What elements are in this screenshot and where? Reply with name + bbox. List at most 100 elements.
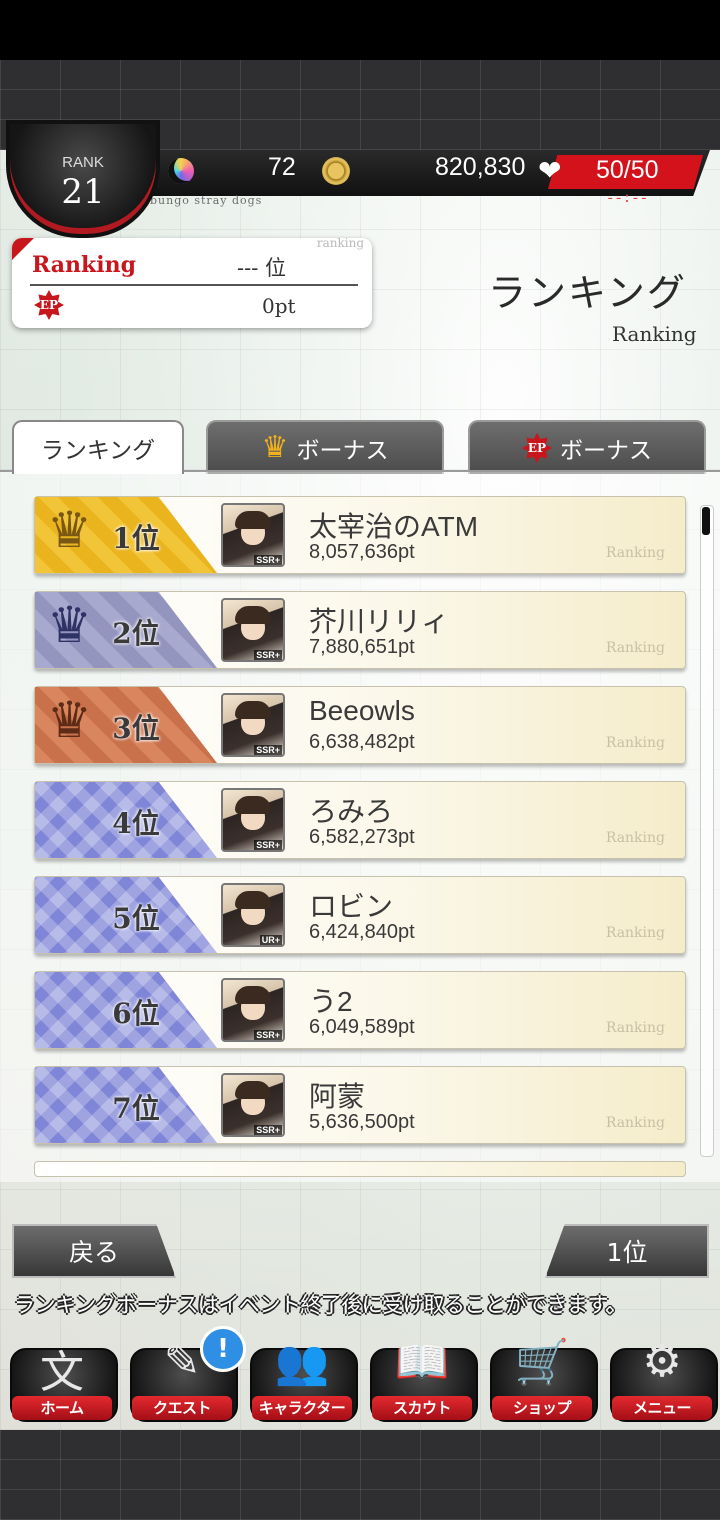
row-tag: Ranking xyxy=(605,545,665,561)
ranking-row[interactable]: 5位 UR+ ロビン 6,424,840pt Ranking xyxy=(34,876,686,954)
nav-characters[interactable]: 👥 キャラクター xyxy=(246,1330,358,1422)
player-name: 芥川リリィ xyxy=(309,606,450,637)
card-tag: ranking xyxy=(316,236,364,250)
player-name: う2 xyxy=(309,986,353,1017)
ranking-row[interactable]: ♛ 2位 SSR+ 芥川リリィ 7,880,651pt Ranking xyxy=(34,591,686,669)
card-title: Ranking xyxy=(32,252,137,278)
heart-icon: ❤ xyxy=(538,154,562,187)
rank-number: 3位 xyxy=(112,712,160,745)
list-scrollbar[interactable] xyxy=(700,505,714,1157)
my-points: 0pt xyxy=(262,294,296,318)
ranking-row-partial[interactable] xyxy=(34,1161,686,1177)
rarity-badge: SSR+ xyxy=(254,1030,282,1040)
shop-cart-icon: 🛒 xyxy=(514,1337,570,1388)
rank-number: 4位 xyxy=(112,807,160,840)
player-score: 5,636,500pt xyxy=(309,1111,415,1133)
avatar: SSR+ xyxy=(221,978,285,1042)
characters-icon: 👥 xyxy=(274,1337,330,1388)
player-name: Beeowls xyxy=(309,695,415,726)
rarity-badge: SSR+ xyxy=(254,1125,282,1135)
rank-number: 2位 xyxy=(112,617,160,650)
crown-icon: ♛ xyxy=(47,691,92,749)
my-place: --- 位 xyxy=(237,256,286,280)
tab-ep-bonus[interactable]: EP ボーナス xyxy=(468,420,706,474)
player-score: 6,424,840pt xyxy=(309,921,415,943)
nav-label: クエスト xyxy=(132,1396,232,1420)
tab-label: ランキング xyxy=(40,438,156,464)
game-subtitle: bungo stray dogs xyxy=(150,194,263,207)
ap-timer: --:-- xyxy=(606,191,649,207)
avatar: SSR+ xyxy=(221,1073,285,1137)
nav-label: メニュー xyxy=(612,1396,712,1420)
my-ranking-card: ranking Ranking --- 位 EP 0pt xyxy=(12,236,372,328)
ranking-row[interactable]: 7位 SSR+ 阿蒙 5,636,500pt Ranking xyxy=(34,1066,686,1144)
player-score: 6,638,482pt xyxy=(309,731,415,753)
rarity-badge: SSR+ xyxy=(254,745,282,755)
alert-icon: ! xyxy=(200,1326,246,1372)
player-score: 6,049,589pt xyxy=(309,1016,415,1038)
rank-label: RANK xyxy=(62,154,104,171)
row-tag: Ranking xyxy=(605,1020,665,1036)
bottom-grid-strip xyxy=(0,1430,720,1520)
nav-label: ホーム xyxy=(12,1396,112,1420)
bonus-notice: ランキングボーナスはイベント終了後に受け取ることができます。 xyxy=(14,1293,627,1317)
rarity-badge: SSR+ xyxy=(254,840,282,850)
ranking-row[interactable]: ♛ 1位 SSR+ 太宰治のATM 8,057,636pt Ranking xyxy=(34,496,686,574)
scout-book-icon: 📖 xyxy=(394,1337,450,1388)
tab-ranking[interactable]: ランキング xyxy=(12,420,184,474)
system-status-bar xyxy=(0,0,720,60)
player-name: 太宰治のATM xyxy=(309,511,479,542)
rank-value: 21 xyxy=(61,172,105,212)
card-corner xyxy=(12,238,34,260)
ep-badge-icon: EP xyxy=(522,433,552,463)
row-tag: Ranking xyxy=(605,1115,665,1131)
rank-number: 5位 xyxy=(112,902,160,935)
avatar: SSR+ xyxy=(221,503,285,567)
player-score: 6,582,273pt xyxy=(309,826,415,848)
player-name: 阿蒙 xyxy=(309,1081,366,1112)
nav-shop[interactable]: 🛒 ショップ xyxy=(486,1330,598,1422)
rarity-badge: UR+ xyxy=(259,935,282,945)
coin-count: 820,830 xyxy=(435,153,526,181)
page-subtitle: Ranking xyxy=(612,322,697,346)
ranking-row[interactable]: 4位 SSR+ ろみろ 6,582,273pt Ranking xyxy=(34,781,686,859)
nav-home[interactable]: 文 ホーム xyxy=(6,1330,118,1422)
rarity-badge: SSR+ xyxy=(254,555,282,565)
nav-menu[interactable]: ⚙ メニュー xyxy=(606,1330,718,1422)
home-bungo-icon: 文 xyxy=(40,1347,84,1398)
rank-number: 1位 xyxy=(112,522,160,555)
avatar: SSR+ xyxy=(221,788,285,852)
row-tag: Ranking xyxy=(605,640,665,656)
ranking-row[interactable]: 6位 SSR+ う2 6,049,589pt Ranking xyxy=(34,971,686,1049)
gold-coin-icon xyxy=(322,157,350,185)
avatar: UR+ xyxy=(221,883,285,947)
jump-to-rank-button[interactable]: 1位 xyxy=(545,1224,709,1278)
avatar: SSR+ xyxy=(221,598,285,662)
crown-icon: ♛ xyxy=(261,430,289,465)
nav-label: スカウト xyxy=(372,1396,472,1420)
page-title: ランキング xyxy=(488,271,687,315)
player-name: ロビン xyxy=(309,891,394,922)
player-name: ろみろ xyxy=(309,796,394,827)
tab-bonus[interactable]: ♛ ボーナス xyxy=(206,420,444,474)
rank-number: 6位 xyxy=(112,997,160,1030)
row-tag: Ranking xyxy=(605,925,665,941)
crown-icon: ♛ xyxy=(47,596,92,654)
gem-count: 72 xyxy=(268,153,296,181)
tab-label: ボーナス xyxy=(296,438,389,464)
rank-number: 7位 xyxy=(112,1092,160,1125)
player-score: 7,880,651pt xyxy=(309,636,415,658)
row-tag: Ranking xyxy=(605,830,665,846)
ranking-row[interactable]: ♛ 3位 SSR+ Beeowls 6,638,482pt Ranking xyxy=(34,686,686,764)
nav-scout[interactable]: 📖 スカウト xyxy=(366,1330,478,1422)
tab-label: ボーナス xyxy=(560,438,652,464)
card-divider xyxy=(30,284,358,286)
back-button[interactable]: 戻る xyxy=(12,1224,176,1278)
ep-badge-icon: EP xyxy=(34,290,64,320)
crown-icon: ♛ xyxy=(47,501,92,559)
moon-gem-icon xyxy=(168,158,194,184)
player-score: 8,057,636pt xyxy=(309,541,415,563)
avatar: SSR+ xyxy=(221,693,285,757)
rarity-badge: SSR+ xyxy=(254,650,282,660)
scrollbar-thumb[interactable] xyxy=(702,507,710,535)
